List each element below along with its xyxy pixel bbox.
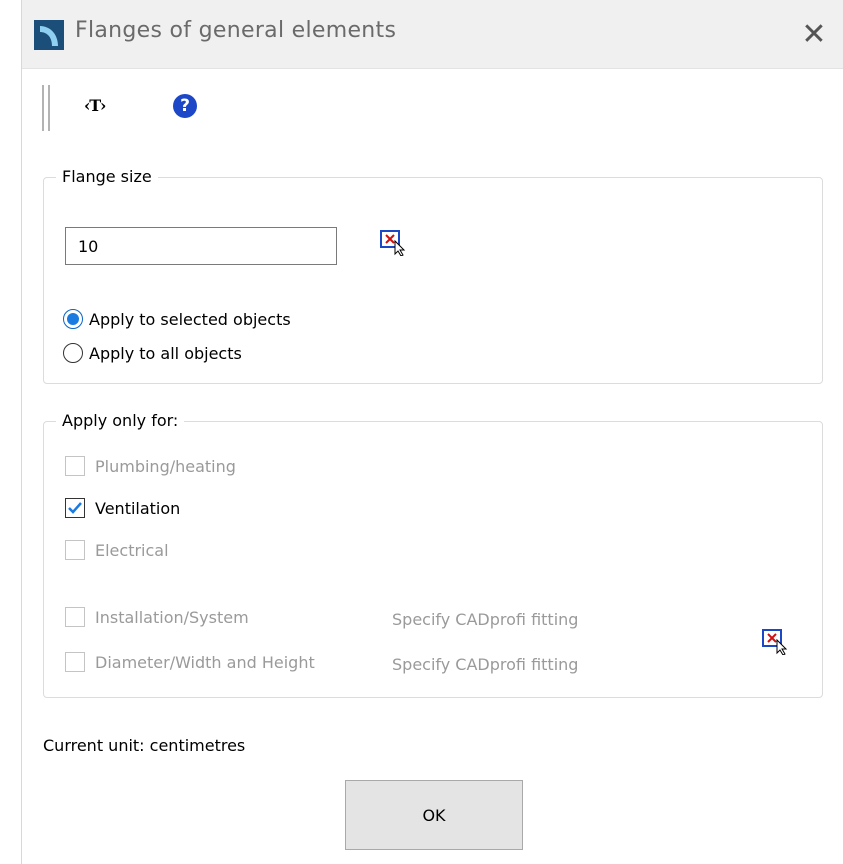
app-logo-icon (34, 20, 64, 50)
checkbox-plumbing-heating[interactable]: Plumbing/heating (65, 454, 236, 478)
checkbox-diameter-width-height-label: Diameter/Width and Height (95, 652, 315, 672)
checkbox-ventilation-label: Ventilation (95, 498, 181, 518)
checkbox-box[interactable] (65, 607, 85, 627)
checkbox-electrical-label: Electrical (95, 540, 169, 560)
pick-fitting-icon[interactable] (762, 629, 790, 655)
checkbox-plumbing-heating-label: Plumbing/heating (95, 456, 236, 476)
checkbox-box[interactable] (65, 540, 85, 560)
flange-size-legend: Flange size (56, 167, 158, 186)
pick-object-icon[interactable] (380, 230, 408, 256)
radio-apply-selected-label: Apply to selected objects (89, 309, 291, 329)
checkbox-box[interactable] (65, 652, 85, 672)
radio-apply-selected[interactable]: Apply to selected objects (63, 307, 291, 331)
radio-apply-all-label: Apply to all objects (89, 343, 242, 363)
dialog-window: Flanges of general elements ✕ ‹T› ? Flan… (21, 0, 843, 864)
checkmark-icon (68, 502, 82, 514)
apply-only-group: Apply only for: Plumbing/heating Ventila… (43, 411, 823, 698)
radio-selected-indicator[interactable] (63, 309, 83, 329)
checkbox-diameter-width-height[interactable]: Diameter/Width and Height (65, 650, 315, 674)
checkbox-box-checked[interactable] (65, 498, 85, 518)
radio-unselected-indicator[interactable] (63, 343, 83, 363)
text-tool-button[interactable]: ‹T› (84, 96, 106, 115)
flange-size-input[interactable] (65, 227, 337, 265)
diameter-fitting-text: Specify CADprofi fitting (392, 655, 579, 674)
radio-apply-all[interactable]: Apply to all objects (63, 341, 242, 365)
checkbox-ventilation[interactable]: Ventilation (65, 496, 180, 520)
toolbar-grip[interactable] (42, 85, 50, 131)
checkbox-box[interactable] (65, 456, 85, 476)
close-icon: ✕ (801, 16, 827, 52)
checkbox-installation-system[interactable]: Installation/System (65, 605, 249, 629)
checkbox-electrical[interactable]: Electrical (65, 538, 169, 562)
close-button[interactable]: ✕ (794, 14, 834, 54)
checkbox-installation-system-label: Installation/System (95, 607, 249, 627)
ok-button[interactable]: OK (345, 780, 523, 850)
title-bar[interactable]: Flanges of general elements ✕ (22, 0, 843, 69)
installation-fitting-text: Specify CADprofi fitting (392, 610, 579, 629)
apply-only-legend: Apply only for: (56, 411, 185, 430)
current-unit-text: Current unit: centimetres (43, 736, 246, 755)
help-icon[interactable]: ? (173, 94, 197, 118)
flange-size-group: Flange size Apply to selected objects Ap… (43, 167, 823, 384)
window-title: Flanges of general elements (75, 18, 397, 43)
